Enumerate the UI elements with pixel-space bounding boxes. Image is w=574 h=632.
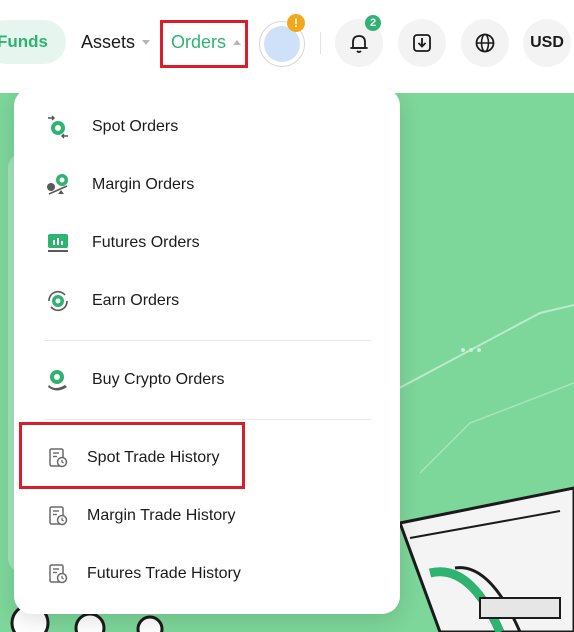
earn-orders-icon xyxy=(44,287,72,315)
menu-divider xyxy=(44,340,371,341)
spot-trade-history-highlight-box xyxy=(19,422,245,489)
currency-button[interactable]: USD xyxy=(523,19,571,67)
menu-divider xyxy=(44,419,371,420)
menu-item-label: Futures Orders xyxy=(92,234,200,251)
spot-orders-icon xyxy=(44,113,72,141)
warning-badge: ! xyxy=(287,14,305,32)
nav-divider xyxy=(320,32,321,54)
history-icon xyxy=(44,502,72,530)
menu-item-label: Margin Orders xyxy=(92,176,195,193)
bell-icon xyxy=(350,35,368,53)
menu-item-label: Buy Crypto Orders xyxy=(92,371,225,388)
menu-item-futures-orders[interactable]: Futures Orders xyxy=(14,219,400,267)
currency-label: USD xyxy=(530,34,564,51)
carousel-dots[interactable] xyxy=(461,348,481,352)
menu-item-futures-trade-history[interactable]: Futures Trade History xyxy=(14,550,400,598)
funds-label: Funds xyxy=(0,32,48,51)
menu-item-earn-orders[interactable]: Earn Orders xyxy=(14,277,400,325)
menu-item-label: Futures Trade History xyxy=(87,565,241,582)
menu-item-margin-orders[interactable]: Margin Orders xyxy=(14,161,400,209)
assets-menu[interactable]: Assets xyxy=(81,32,151,53)
top-nav: Funds Assets Orders ! 2 USD xyxy=(0,0,574,88)
futures-orders-icon xyxy=(44,229,72,257)
margin-orders-icon xyxy=(44,171,72,199)
download-icon xyxy=(413,34,431,52)
orders-dropdown: Spot Orders Margin Orders Futures Orders xyxy=(14,88,400,614)
assets-label: Assets xyxy=(81,32,136,52)
history-icon xyxy=(44,560,72,588)
orders-highlight-box xyxy=(160,20,248,68)
funds-button[interactable]: Funds xyxy=(0,20,66,64)
chevron-down-icon xyxy=(142,40,151,45)
language-button[interactable] xyxy=(461,19,509,67)
menu-item-buy-crypto-orders[interactable]: Buy Crypto Orders xyxy=(14,356,400,404)
download-button[interactable] xyxy=(398,19,446,67)
menu-item-label: Earn Orders xyxy=(92,292,180,309)
menu-item-spot-orders[interactable]: Spot Orders xyxy=(14,103,400,151)
menu-item-label: Spot Orders xyxy=(92,118,179,135)
notification-count-badge: 2 xyxy=(365,15,381,31)
buy-crypto-icon xyxy=(44,366,72,394)
menu-item-margin-trade-history[interactable]: Margin Trade History xyxy=(14,492,400,540)
globe-icon xyxy=(475,33,495,53)
menu-item-label: Margin Trade History xyxy=(87,507,236,524)
